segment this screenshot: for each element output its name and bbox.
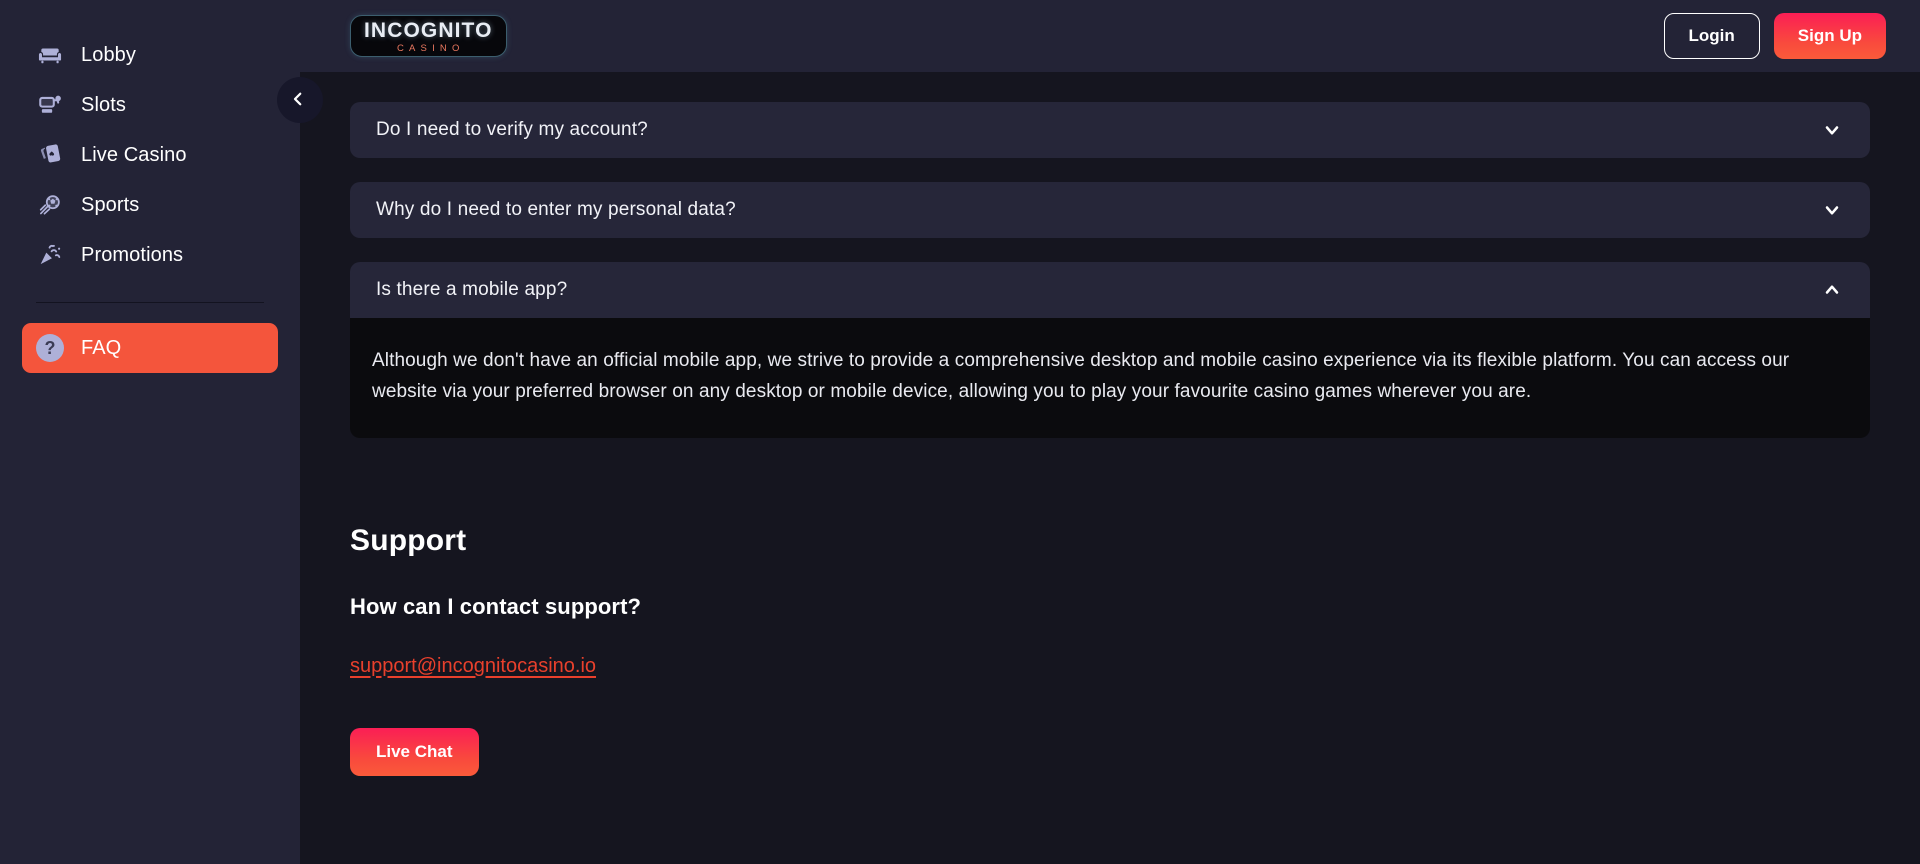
sidebar-item-slots[interactable]: Slots [22,80,278,130]
app-root: Lobby Slots Live Casino Sports Promotion… [0,0,1920,864]
site-logo[interactable]: INCOGNITO CASINO [350,14,507,58]
signup-button[interactable]: Sign Up [1773,13,1886,59]
login-button[interactable]: Login [1663,13,1760,59]
chevron-down-icon[interactable] [1820,118,1844,142]
sidebar-item-label: Slots [81,93,126,116]
chevron-up-icon[interactable] [1820,278,1844,302]
sidebar-item-faq[interactable]: ? FAQ [22,323,278,373]
content-column: INCOGNITO CASINO Login Sign Up Do I need… [300,0,1920,864]
faq-item-header[interactable]: Do I need to verify my account? [350,102,1870,158]
faq-question: Do I need to verify my account? [376,119,648,140]
faq-item-body: Although we don't have an official mobil… [350,318,1870,438]
slot-machine-icon [36,91,64,119]
topbar-actions: Login Sign Up [1663,13,1886,59]
faq-item-header[interactable]: Is there a mobile app? [350,262,1870,318]
sofa-icon [36,41,64,69]
sidebar-item-label: Lobby [81,43,136,66]
support-section: Support How can I contact support? suppo… [350,524,1870,776]
faq-question: Is there a mobile app? [376,279,568,300]
support-email-link[interactable]: support@incognitocasino.io [350,655,596,678]
main-content: Do I need to verify my account? Why do I… [300,72,1920,864]
party-popper-icon [36,241,64,269]
chevron-left-icon [289,90,307,111]
sidebar-nav: Lobby Slots Live Casino Sports Promotion… [0,30,300,280]
faq-accordion: Do I need to verify my account? Why do I… [350,102,1870,462]
sidebar-item-promotions[interactable]: Promotions [22,230,278,280]
faq-answer: Although we don't have an official mobil… [372,350,1790,402]
faq-question: Why do I need to enter my personal data? [376,199,736,220]
sidebar-item-live-casino[interactable]: Live Casino [22,130,278,180]
logo-primary-text: INCOGNITO [364,18,493,42]
faq-item: Do I need to verify my account? [350,102,1870,158]
faq-item: Why do I need to enter my personal data? [350,182,1870,238]
support-heading: Support [350,523,467,557]
sidebar-item-label: FAQ [81,336,122,359]
soccer-ball-icon [36,191,64,219]
sidebar-item-label: Live Casino [81,143,187,166]
playing-cards-icon [36,141,64,169]
live-chat-button[interactable]: Live Chat [350,727,479,776]
sidebar-footer-nav: ? FAQ [0,323,300,373]
sidebar: Lobby Slots Live Casino Sports Promotion… [0,0,323,864]
sidebar-divider [36,302,264,303]
sidebar-item-lobby[interactable]: Lobby [22,30,278,80]
support-subheading: How can I contact support? [350,593,642,619]
topbar: INCOGNITO CASINO Login Sign Up [300,0,1920,72]
logo-secondary-text: CASINO [396,42,465,54]
sidebar-item-sports[interactable]: Sports [22,180,278,230]
faq-item-header[interactable]: Why do I need to enter my personal data? [350,182,1870,238]
sidebar-item-label: Sports [81,193,140,216]
sidebar-collapse-toggle[interactable] [277,77,323,123]
question-mark-icon: ? [36,334,64,362]
faq-item: Is there a mobile app? Although we don't… [350,262,1870,438]
sidebar-item-label: Promotions [81,243,184,266]
chevron-down-icon[interactable] [1820,198,1844,222]
